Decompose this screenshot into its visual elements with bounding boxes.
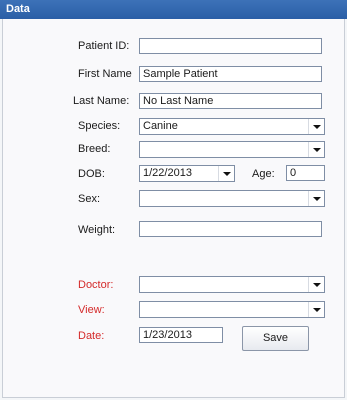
age-input[interactable]: 0 (286, 165, 325, 181)
dob-date-picker[interactable]: 1/22/2013 (139, 165, 235, 182)
chevron-down-icon[interactable] (308, 277, 324, 292)
sex-dropdown[interactable] (139, 190, 325, 207)
date-label: Date: (78, 330, 105, 342)
dob-label: DOB: (78, 168, 105, 180)
dob-value: 1/22/2013 (143, 167, 192, 179)
last-name-input[interactable]: No Last Name (139, 93, 322, 109)
breed-dropdown[interactable] (139, 141, 325, 158)
patient-id-label: Patient ID: (78, 40, 130, 52)
chevron-down-icon[interactable] (308, 119, 324, 134)
weight-label: Weight: (78, 224, 116, 236)
species-dropdown[interactable]: Canine (139, 118, 325, 135)
view-label: View: (78, 304, 105, 316)
breed-label: Breed: (78, 143, 111, 155)
doctor-dropdown[interactable] (139, 276, 325, 293)
save-button[interactable]: Save (242, 326, 309, 351)
first-name-label: First Name (78, 68, 132, 80)
last-name-label: Last Name: (73, 95, 130, 107)
patient-id-input[interactable] (139, 38, 322, 54)
chevron-down-icon[interactable] (218, 166, 234, 181)
weight-input[interactable] (139, 221, 322, 237)
view-dropdown[interactable] (139, 301, 325, 318)
date-input[interactable]: 1/23/2013 (139, 327, 223, 343)
species-label: Species: (78, 120, 121, 132)
first-name-input[interactable]: Sample Patient (139, 66, 322, 82)
chevron-down-icon[interactable] (308, 302, 324, 317)
sex-label: Sex: (78, 193, 101, 205)
window-title: Data (0, 0, 347, 19)
doctor-label: Doctor: (78, 279, 114, 291)
chevron-down-icon[interactable] (308, 142, 324, 157)
age-label: Age: (252, 168, 275, 180)
species-value: Canine (143, 120, 178, 132)
chevron-down-icon[interactable] (308, 191, 324, 206)
